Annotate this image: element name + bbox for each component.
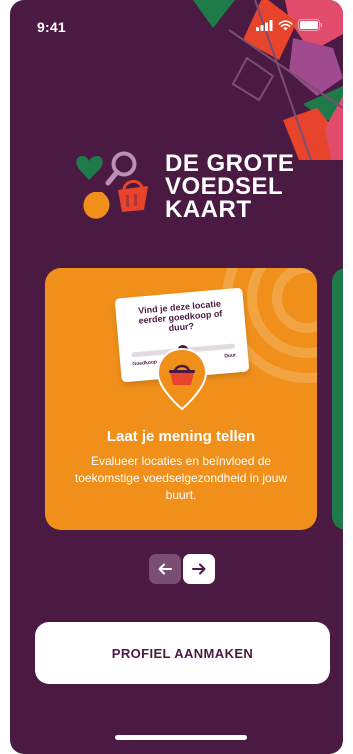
logo-line-1: DE GROTE: [165, 150, 295, 177]
home-indicator[interactable]: [115, 735, 247, 740]
logo-mark-icon: [76, 151, 148, 219]
card-title: Laat je mening tellen: [106, 428, 256, 445]
onboarding-screen: 9:41 DE GROTE VOEDSEL KAART Vind je deze…: [10, 0, 343, 754]
create-profile-button[interactable]: PROFIEL AANMAKEN: [35, 622, 330, 684]
illustration-left-label: Goedkoop: [132, 359, 158, 368]
next-onboarding-card-peek[interactable]: [332, 268, 343, 530]
illustration-right-label: Duur: [224, 352, 237, 360]
logo-wordmark: DE GROTE VOEDSEL KAART: [165, 150, 295, 223]
app-logo: DE GROTE VOEDSEL KAART: [72, 148, 302, 228]
previous-slide-button[interactable]: [149, 554, 181, 584]
logo-line-2: VOEDSEL: [165, 173, 284, 200]
next-slide-button[interactable]: [183, 554, 215, 584]
battery-icon: [298, 19, 323, 31]
status-bar: 9:41: [10, 0, 343, 44]
illustration-question: Vind je deze locatie eerder goedkoop of …: [137, 298, 223, 334]
status-time: 9:41: [37, 19, 66, 35]
wifi-icon: [278, 19, 293, 31]
arrow-left-icon: [158, 563, 172, 575]
card-description: Evalueer locaties en beïnvloed de toekom…: [74, 454, 288, 502]
basket-pin-icon: [156, 347, 208, 411]
onboarding-card[interactable]: Vind je deze locatie eerder goedkoop of …: [45, 268, 317, 530]
logo-line-3: KAART: [165, 196, 252, 223]
arrow-right-icon: [192, 563, 206, 575]
signal-icon: [256, 19, 273, 31]
status-icons: [256, 19, 323, 31]
